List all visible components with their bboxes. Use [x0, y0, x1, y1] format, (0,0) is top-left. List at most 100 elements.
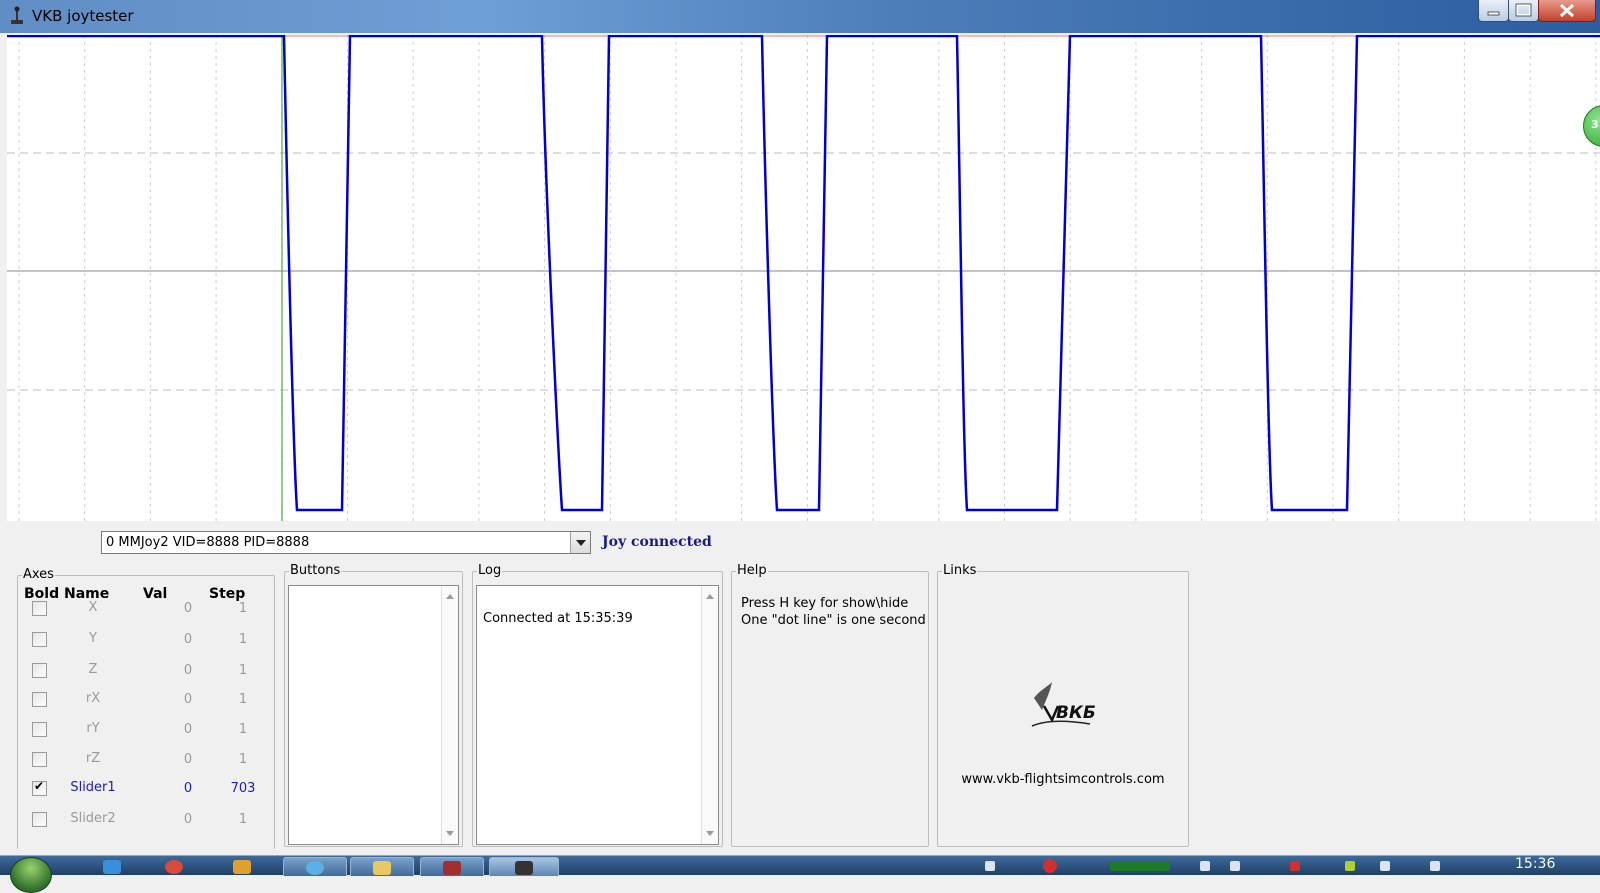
buttons-scrollbar[interactable]: [441, 586, 458, 844]
taskbar: 15:36: [0, 855, 1600, 893]
media-icon: [233, 860, 251, 874]
axis-name: rY: [86, 721, 100, 736]
taskbar-app-explorer[interactable]: [350, 857, 414, 876]
axis-step: 1: [238, 601, 248, 616]
game-icon: [443, 861, 461, 875]
axis-name: Slider1: [70, 780, 116, 795]
help-line: One "dot line" is one second: [741, 613, 926, 628]
axis-value: 0: [183, 601, 193, 616]
help-group: Help Press H key for show\hide One "dot …: [731, 563, 929, 847]
axis-row-slider1: Slider1 0 703: [18, 778, 274, 800]
messenger-icon: [306, 861, 324, 875]
links-group-label: Links: [942, 563, 978, 578]
axis-row-ry: rY 0 1: [18, 719, 274, 741]
axis-step: 1: [238, 632, 248, 647]
clock: 15:36: [1515, 856, 1556, 872]
joystick-icon: [11, 6, 23, 24]
axis-row-slider2: Slider2 0 1: [18, 809, 274, 831]
axis-step: 1: [238, 663, 248, 678]
tray-icon[interactable]: [1200, 861, 1210, 871]
axis-bold-checkbox[interactable]: [32, 752, 47, 767]
axis-value: 0: [183, 781, 193, 796]
axis-bold-checkbox[interactable]: [32, 692, 47, 707]
log-scrollbar[interactable]: [701, 586, 718, 844]
taskbar-app-media[interactable]: [220, 857, 264, 875]
axis-bold-checkbox[interactable]: [32, 663, 47, 678]
axis-bold-checkbox[interactable]: [32, 632, 47, 647]
tray-icon[interactable]: [985, 861, 995, 871]
axis-value: 0: [183, 632, 193, 647]
vkb-logo: ВКБ: [1031, 682, 1096, 727]
axis-value: 0: [183, 722, 193, 737]
help-group-label: Help: [736, 563, 768, 578]
axis-name: Z: [88, 662, 98, 677]
log-list[interactable]: Connected at 15:35:39: [476, 585, 719, 845]
minimize-button[interactable]: [1478, 0, 1509, 22]
device-select[interactable]: 0 MMJoy2 VID=8888 PID=8888: [101, 531, 591, 554]
axis-row-x: X 0 1: [18, 598, 274, 620]
links-group: Links ВКБ www.vkb-flightsimcontrols.com: [937, 563, 1189, 847]
axis-name: X: [88, 600, 98, 615]
axis-value: 0: [183, 812, 193, 827]
axis-step: 1: [238, 692, 248, 707]
volume-icon[interactable]: [1430, 861, 1440, 871]
tray-icon[interactable]: [1290, 861, 1300, 871]
axis-bold-checkbox[interactable]: [32, 601, 47, 616]
window-title: VKB joytester: [32, 7, 134, 25]
taskbar-app-ie[interactable]: [90, 857, 134, 875]
axis-name: Slider2: [70, 811, 116, 826]
buttons-group-label: Buttons: [289, 563, 342, 578]
signal-graph: 31: [7, 35, 1600, 521]
help-line: Press H key for show\hide: [741, 596, 909, 611]
title-bar: VKB joytester: [0, 0, 1600, 33]
axes-group: Axes Bold Name Val Step X 0 1 Y 0 1 Z 0 1 rX 0 1 rY 0…: [17, 567, 275, 849]
buttons-group: Buttons: [284, 563, 463, 847]
badge-text: 31: [1591, 118, 1600, 131]
axis-bold-checkbox[interactable]: [32, 812, 47, 827]
chevron-down-icon[interactable]: [570, 532, 590, 553]
axis-name: Y: [89, 631, 97, 646]
axis-step: 1: [238, 752, 248, 767]
axis-name: rZ: [85, 751, 101, 766]
folder-icon: [373, 861, 391, 875]
slider1-trace: [7, 35, 1600, 512]
axis-row-rx: rX 0 1: [18, 689, 274, 711]
axis-row-y: Y 0 1: [18, 629, 274, 651]
buttons-list[interactable]: [288, 585, 459, 845]
taskbar-app-chrome[interactable]: [152, 857, 196, 875]
axes-group-label: Axes: [22, 567, 55, 582]
taskbar-app-game[interactable]: [420, 857, 484, 876]
joystick-icon: [515, 861, 533, 875]
axis-value: 0: [183, 752, 193, 767]
taskbar-app-joytester[interactable]: [489, 857, 559, 876]
tray-meter[interactable]: [1110, 861, 1170, 871]
axis-step: 1: [238, 812, 248, 827]
axis-name: rX: [85, 691, 101, 706]
axis-bold-checkbox[interactable]: [32, 722, 47, 737]
axis-step: 703: [230, 781, 256, 796]
connection-status: Joy connected: [602, 534, 712, 550]
chrome-icon: [165, 860, 183, 874]
ie-icon: [103, 860, 121, 874]
scroll-up-icon[interactable]: [446, 594, 454, 599]
antivirus-icon[interactable]: [1043, 859, 1057, 873]
taskbar-app-messenger[interactable]: [283, 857, 347, 876]
log-group: Log Connected at 15:35:39: [472, 563, 723, 847]
scroll-down-icon[interactable]: [706, 831, 714, 836]
scroll-down-icon[interactable]: [446, 831, 454, 836]
axis-row-z: Z 0 1: [18, 660, 274, 682]
axis-bold-checkbox[interactable]: [32, 779, 47, 796]
vkb-website-link[interactable]: www.vkb-flightsimcontrols.com: [938, 772, 1188, 787]
tray-icon[interactable]: [1380, 861, 1390, 871]
graph-canvas: [7, 35, 1600, 521]
tray-icon[interactable]: [1345, 861, 1355, 871]
axis-value: 0: [183, 663, 193, 678]
maximize-button[interactable]: [1508, 0, 1539, 22]
close-button[interactable]: [1538, 0, 1596, 22]
tray-icon[interactable]: [1230, 861, 1240, 871]
log-group-label: Log: [477, 563, 503, 578]
scroll-up-icon[interactable]: [706, 594, 714, 599]
axis-step: 1: [238, 722, 248, 737]
start-button[interactable]: [10, 857, 52, 893]
log-entry: Connected at 15:35:39: [483, 611, 633, 626]
